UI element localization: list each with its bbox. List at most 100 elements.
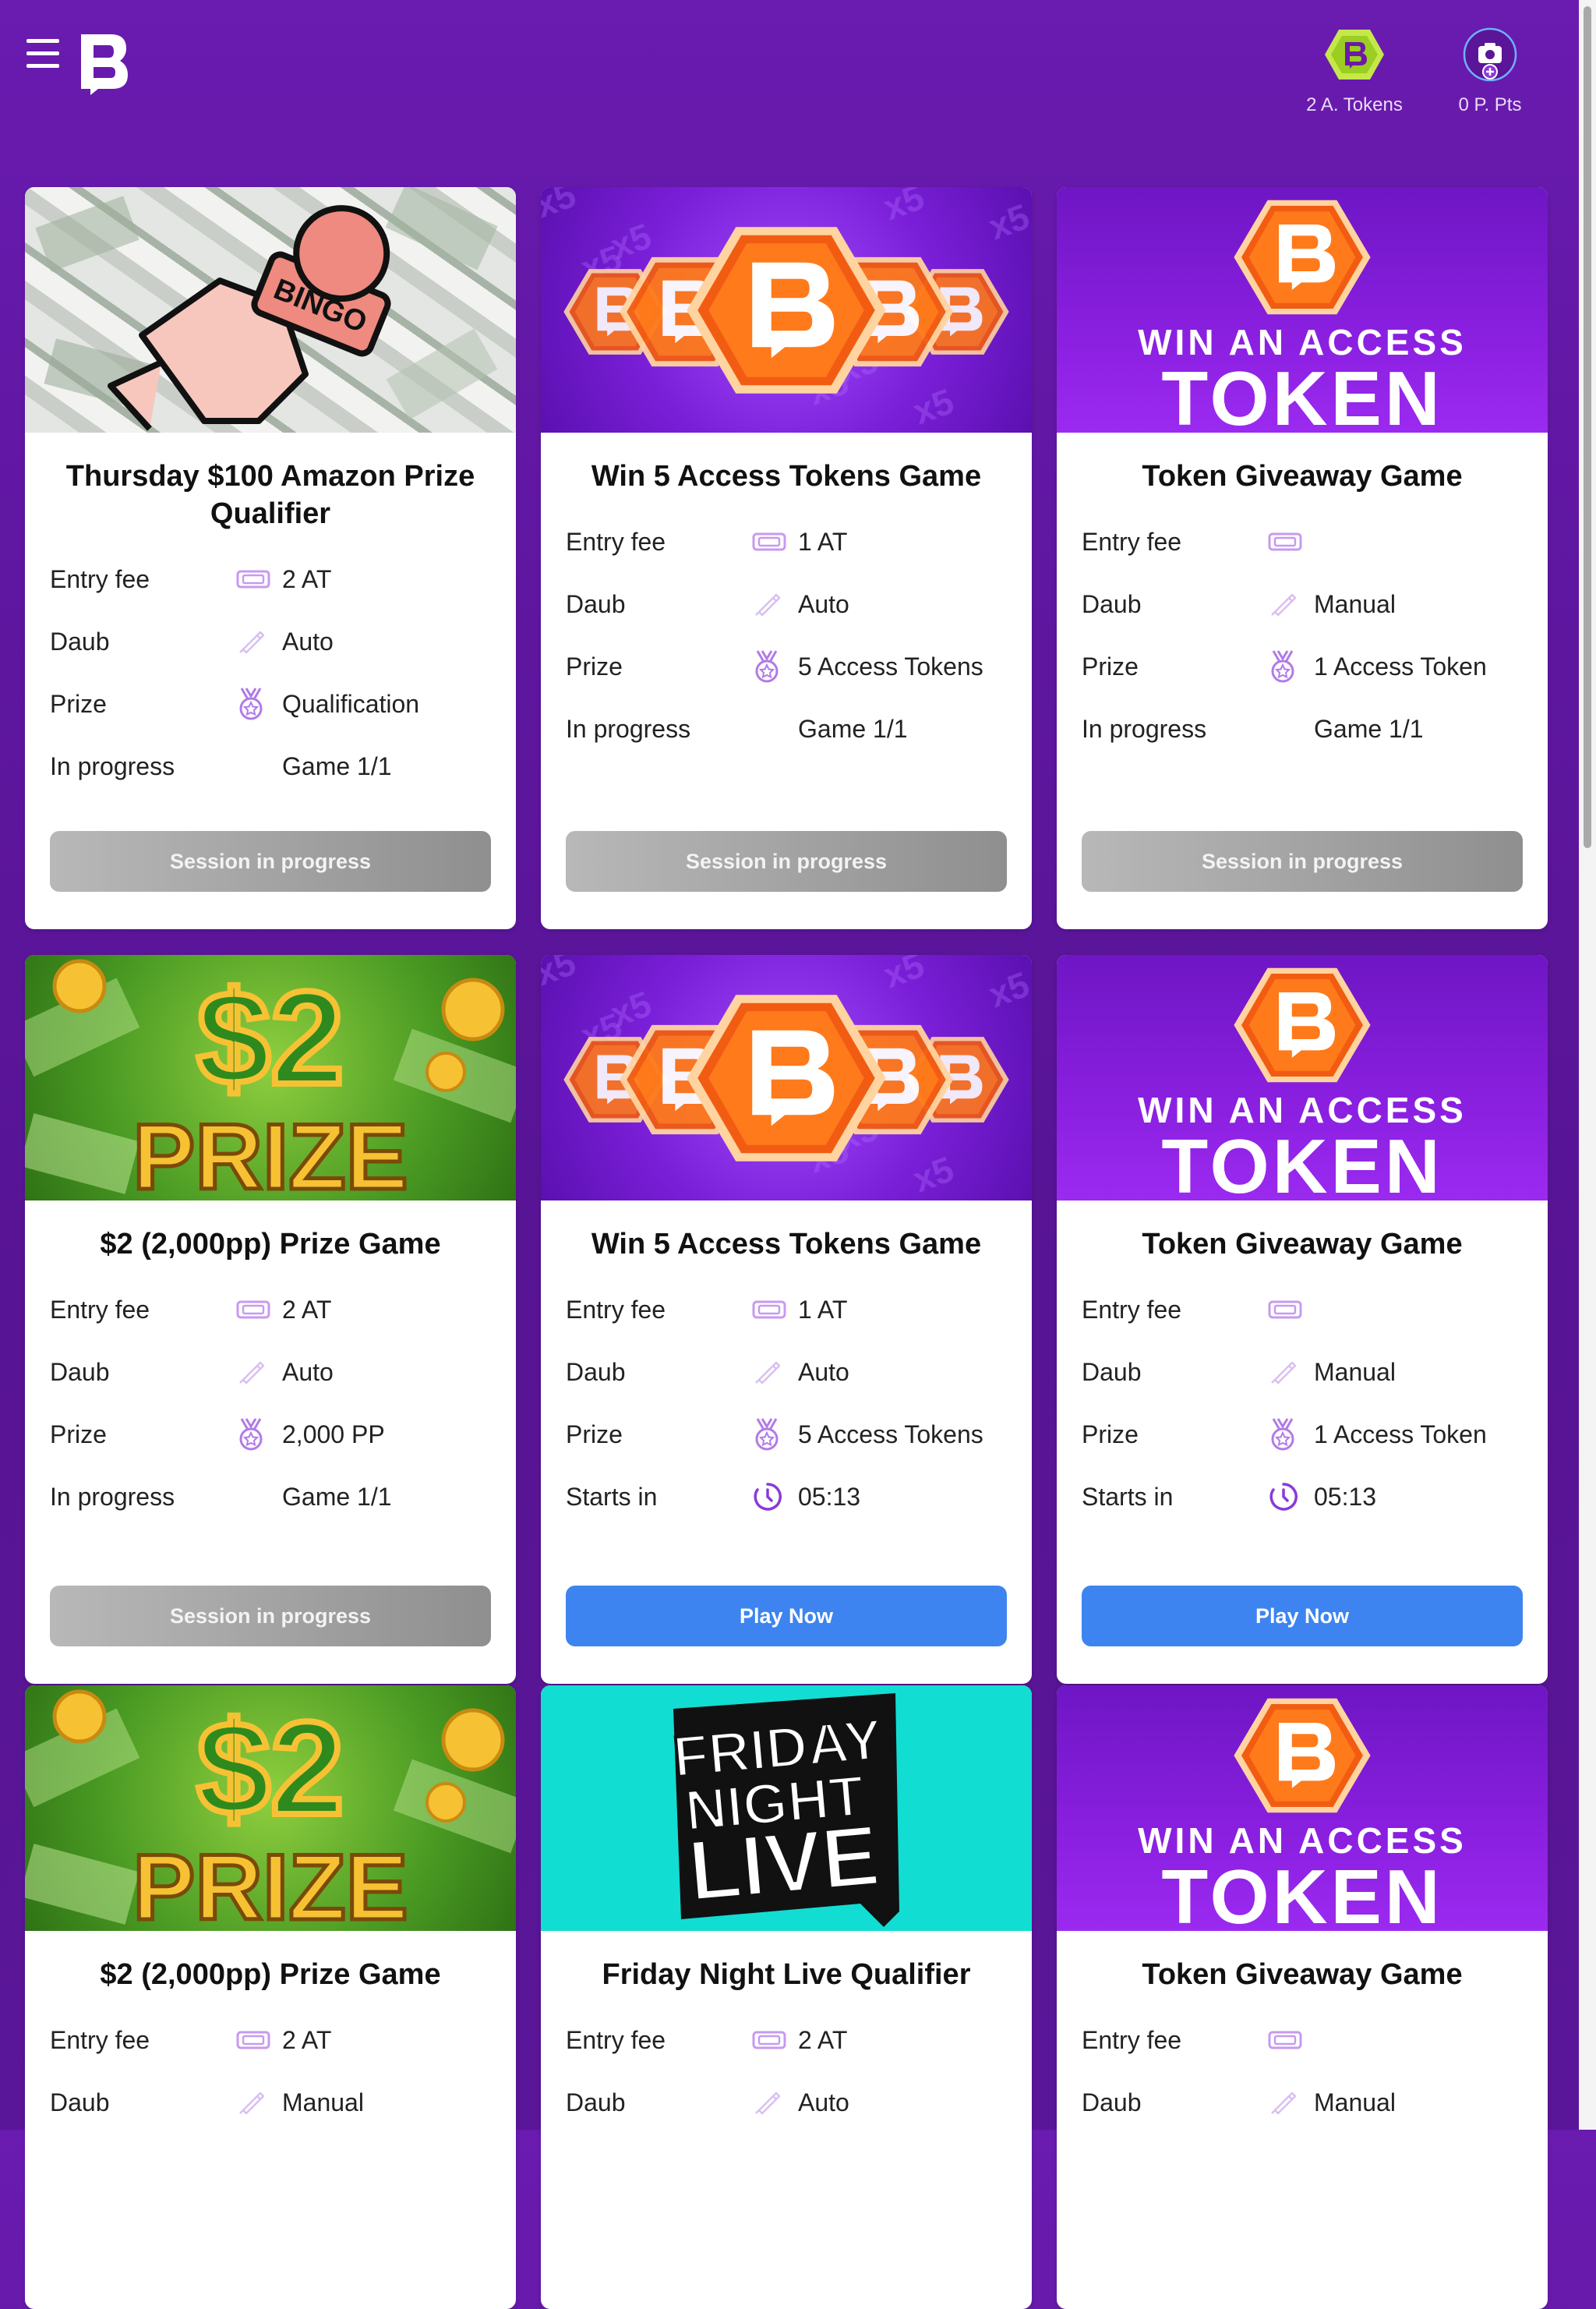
entry-fee-value: 1 AT	[798, 1295, 848, 1324]
session-in-progress-button[interactable]: Session in progress	[50, 831, 491, 892]
game-card[interactable]: WIN AN ACCESS TOKEN Token Giveaway Game E…	[1057, 1685, 1548, 2309]
status-value: Game 1/1	[282, 1482, 392, 1511]
status-row: In progress Game 1/1	[50, 735, 491, 797]
daub-value: Manual	[282, 2088, 364, 2116]
card-banner[interactable]: $2 PRIZE	[25, 955, 516, 1200]
daub-value: Manual	[1314, 1357, 1396, 1386]
daub-label: Daub	[566, 1357, 626, 1386]
game-card[interactable]: $2 PRIZE $2 (2,000pp) Prize Game Entry fe…	[25, 955, 516, 1684]
entry-fee-label: Entry fee	[50, 1295, 150, 1324]
daub-value: Auto	[282, 627, 334, 656]
win5-banner-art: x5x5x5x5x5x5x5x5x5x5x5x5	[541, 187, 1032, 432]
status-label: In progress	[566, 714, 691, 743]
top-bar: 2 A. Tokens 0 P. Pts	[0, 0, 1596, 156]
card-details: Entry fee 1 AT Daub Auto Prize 5 Access Token…	[541, 495, 1032, 760]
card-banner[interactable]: x5x5x5x5x5x5x5x5x5x5x5x5	[541, 955, 1032, 1200]
card-banner[interactable]: WIN AN ACCESS TOKEN	[1057, 1685, 1548, 1931]
dauber-icon	[755, 1361, 781, 1384]
card-details: Entry fee Daub Manual Prize 1 Access Token In…	[1057, 495, 1548, 760]
card-details: Entry fee 2 AT Daub Manual	[25, 1993, 516, 2134]
card-details: Entry fee 2 AT Daub Auto	[541, 1993, 1032, 2134]
prize-label: Prize	[1082, 652, 1139, 681]
prize-row: Prize 1 Access Token	[1082, 635, 1523, 698]
card-banner[interactable]: WIN AN ACCESS TOKEN	[1057, 955, 1548, 1200]
prize-value: 5 Access Tokens	[798, 652, 983, 681]
entry-fee-label: Entry fee	[566, 527, 666, 556]
prize-value: 1 Access Token	[1314, 1420, 1487, 1448]
card-banner[interactable]: x5x5x5x5x5x5x5x5x5x5x5x5	[541, 187, 1032, 433]
svg-text:x5: x5	[983, 196, 1032, 247]
entry-fee-row: Entry fee 2 AT	[50, 548, 491, 610]
access-token-icon	[1325, 30, 1384, 80]
status-value: 05:13	[1314, 1482, 1377, 1511]
ticket-icon	[236, 1300, 270, 1319]
status-value: Game 1/1	[282, 751, 392, 780]
ticket-icon	[236, 570, 270, 589]
entry-fee-label: Entry fee	[50, 2025, 150, 2054]
card-details: Entry fee Daub Manual Prize 1 Access Token St…	[1057, 1263, 1548, 1528]
dauber-icon	[239, 631, 265, 654]
game-card[interactable]: WIN AN ACCESS TOKEN Token Giveaway Game E…	[1057, 955, 1548, 1684]
prize-banner-art: $2 PRIZE	[25, 959, 516, 1200]
entry-fee-label: Entry fee	[566, 2025, 666, 2054]
entry-fee-row: Entry fee 2 AT	[50, 1278, 491, 1341]
game-card[interactable]: $2 PRIZE $2 (2,000pp) Prize Game Entry fe…	[25, 1685, 516, 2309]
play-now-button[interactable]: Play Now	[1082, 1586, 1523, 1646]
session-in-progress-button[interactable]: Session in progress	[50, 1586, 491, 1646]
play-now-button[interactable]: Play Now	[566, 1586, 1007, 1646]
entry-fee-value: 2 AT	[282, 1295, 332, 1324]
game-card[interactable]: x5x5x5x5x5x5x5x5x5x5x5x5 Win 5 Access To…	[541, 187, 1032, 929]
scrollbar-thumb[interactable]	[1584, 6, 1591, 848]
card-title: Friday Night Live Qualifier	[602, 1958, 971, 1991]
entry-fee-row: Entry fee	[1082, 1278, 1523, 1341]
daub-row: Daub Auto	[566, 1341, 1007, 1403]
entry-fee-label: Entry fee	[1082, 2025, 1182, 2054]
card-title: Thursday $100 Amazon Prize Qualifier	[65, 460, 475, 530]
card-details: Entry fee 1 AT Daub Auto Prize 5 Access Token…	[541, 1263, 1032, 1528]
daub-row: Daub Manual	[1082, 573, 1523, 635]
points-label: 0 P. Pts	[1458, 94, 1522, 115]
prize-row: Prize 5 Access Tokens	[566, 1403, 1007, 1466]
ticket-icon	[1268, 532, 1302, 551]
card-banner[interactable]: FRIDAY NIGHT LIVE	[541, 1685, 1032, 1931]
scrollbar[interactable]	[1579, 0, 1596, 2130]
ticket-icon	[752, 1300, 786, 1319]
game-card[interactable]: BINGO Thursday $100 Amazon Prize Qualifi…	[25, 187, 516, 929]
win5-banner-art: x5x5x5x5x5x5x5x5x5x5x5x5	[541, 955, 1032, 1200]
camera-icon	[1463, 27, 1517, 82]
medal-icon	[755, 650, 779, 683]
prize-label: Prize	[1082, 1420, 1139, 1448]
medal-icon	[239, 688, 263, 720]
access-tokens-stat[interactable]: 2 A. Tokens	[1292, 27, 1417, 116]
status-label: Starts in	[566, 1482, 658, 1511]
session-in-progress-button[interactable]: Session in progress	[1082, 831, 1523, 892]
card-details: Entry fee 2 AT Daub Auto Prize 2,000 PP In pro…	[25, 1263, 516, 1528]
daub-label: Daub	[1082, 1357, 1142, 1386]
session-in-progress-button[interactable]: Session in progress	[566, 831, 1007, 892]
status-label: In progress	[50, 751, 175, 780]
prize-word: PRIZE	[132, 1105, 408, 1200]
daub-value: Manual	[1314, 2088, 1396, 2116]
game-card[interactable]: WIN AN ACCESS TOKEN Token Giveaway Game E…	[1057, 187, 1548, 929]
prize-value: 5 Access Tokens	[798, 1420, 983, 1448]
prize-value: 1 Access Token	[1314, 652, 1487, 681]
dauber-icon	[1271, 2092, 1297, 2115]
card-banner[interactable]: $2 PRIZE	[25, 1685, 516, 1931]
points-stat[interactable]: 0 P. Pts	[1428, 27, 1552, 116]
daub-value: Auto	[798, 589, 849, 618]
menu-icon[interactable]	[26, 39, 59, 70]
card-banner[interactable]: WIN AN ACCESS TOKEN	[1057, 187, 1548, 433]
daub-row: Daub Auto	[566, 573, 1007, 635]
prize-word: PRIZE	[132, 1835, 408, 1931]
status-value: Game 1/1	[798, 714, 908, 743]
entry-fee-label: Entry fee	[566, 1295, 666, 1324]
token-line2: TOKEN	[1161, 355, 1442, 433]
daub-value: Manual	[1314, 589, 1396, 618]
dauber-icon	[239, 2092, 265, 2115]
daub-value: Auto	[798, 1357, 849, 1386]
game-card[interactable]: FRIDAY NIGHT LIVE Friday Night Live Qual…	[541, 1685, 1032, 2309]
card-banner[interactable]: BINGO	[25, 187, 516, 433]
dauber-icon	[1271, 1361, 1297, 1384]
brand-logo[interactable]	[78, 31, 132, 95]
game-card[interactable]: x5x5x5x5x5x5x5x5x5x5x5x5 Win 5 Access To…	[541, 955, 1032, 1684]
